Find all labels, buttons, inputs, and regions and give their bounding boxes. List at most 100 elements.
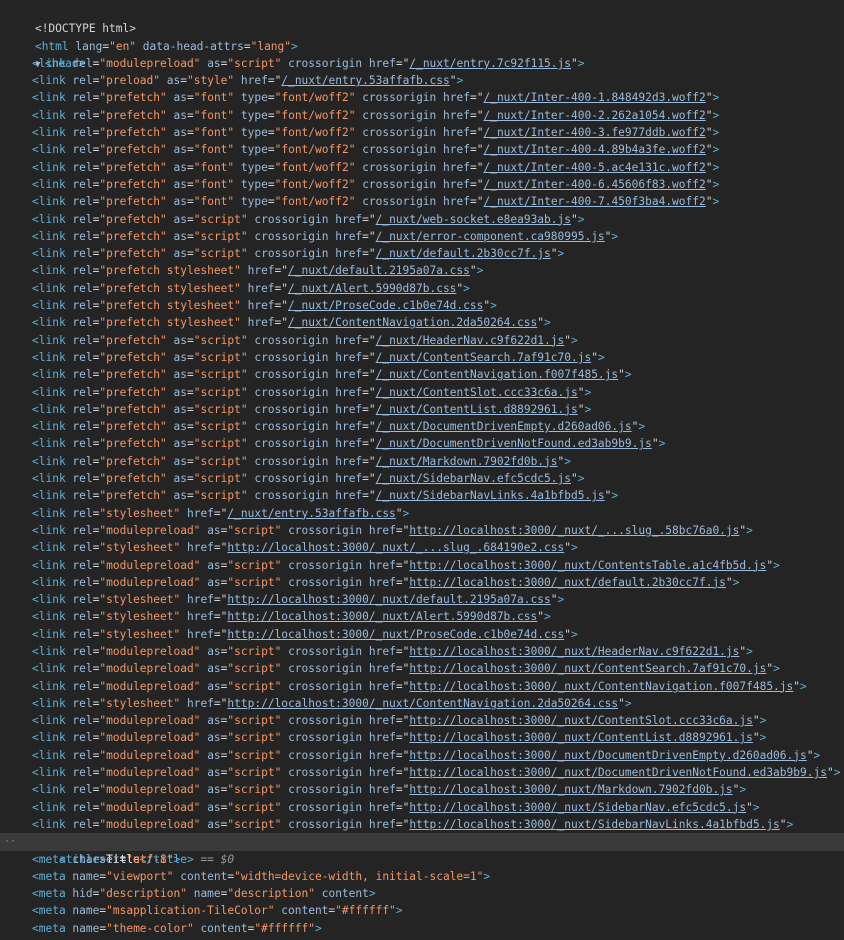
link-node-line[interactable]: <link rel="prefetch stylesheet" href="/_… bbox=[0, 280, 844, 297]
link-node-line[interactable]: <link rel="modulepreload" as="script" cr… bbox=[0, 747, 844, 764]
link-node-line[interactable]: <link rel="preload" as="style" href="/_n… bbox=[0, 72, 844, 89]
link-node-line[interactable]: <link rel="prefetch" as="script" crossor… bbox=[0, 245, 844, 262]
resource-link[interactable]: /_nuxt/entry.53affafb.css bbox=[281, 74, 449, 87]
resource-link[interactable]: /_nuxt/default.2195a07a.css bbox=[288, 264, 470, 277]
link-node-line[interactable]: <link rel="modulepreload" as="script" cr… bbox=[0, 781, 844, 798]
resource-link[interactable]: /_nuxt/ContentNavigation.f007f485.js bbox=[376, 368, 618, 381]
link-node-line[interactable]: <link rel="stylesheet" href="http://loca… bbox=[0, 626, 844, 643]
link-node-line[interactable]: <link rel="modulepreload" as="script" cr… bbox=[0, 729, 844, 746]
link-node-line[interactable]: <link rel="modulepreload" as="script" cr… bbox=[0, 816, 844, 833]
resource-link[interactable]: http://localhost:3000/_nuxt/SidebarNavLi… bbox=[409, 818, 779, 831]
resource-link[interactable]: /_nuxt/SidebarNav.efc5cdc5.js bbox=[376, 472, 571, 485]
meta-node-line[interactable]: <meta name="viewport" content="width=dev… bbox=[0, 868, 844, 885]
resource-link[interactable]: /_nuxt/ContentSlot.ccc33c6a.js bbox=[376, 386, 578, 399]
resource-link[interactable]: /_nuxt/ProseCode.c1b0e74d.css bbox=[288, 299, 483, 312]
resource-link[interactable]: /_nuxt/HeaderNav.c9f622d1.js bbox=[376, 334, 565, 347]
link-node-line[interactable]: <link rel="stylesheet" href="/_nuxt/entr… bbox=[0, 505, 844, 522]
resource-link[interactable]: http://localhost:3000/_nuxt/ContentSlot.… bbox=[409, 714, 753, 727]
resource-link[interactable]: /_nuxt/DocumentDrivenNotFound.ed3ab9b9.j… bbox=[376, 437, 652, 450]
resource-link[interactable]: http://localhost:3000/_nuxt/ContentNavig… bbox=[227, 697, 618, 710]
link-node-line[interactable]: <link rel="modulepreload" as="script" cr… bbox=[0, 55, 844, 72]
link-node-line[interactable]: <link rel="prefetch" as="font" type="fon… bbox=[0, 141, 844, 158]
link-node-line[interactable]: <link rel="prefetch" as="script" crossor… bbox=[0, 453, 844, 470]
resource-link[interactable]: /_nuxt/ContentSearch.7af91c70.js bbox=[376, 351, 592, 364]
link-node-line[interactable]: <link rel="prefetch" as="script" crossor… bbox=[0, 384, 844, 401]
link-node-line[interactable]: <link rel="prefetch" as="script" crossor… bbox=[0, 332, 844, 349]
resource-link[interactable]: http://localhost:3000/_nuxt/default.2195… bbox=[227, 593, 550, 606]
link-node-line[interactable]: <link rel="modulepreload" as="script" cr… bbox=[0, 643, 844, 660]
link-node-line[interactable]: <link rel="prefetch" as="script" crossor… bbox=[0, 487, 844, 504]
title-node-line[interactable]: ·· <title>Title</title> == $0 bbox=[0, 833, 844, 866]
resource-link[interactable]: http://localhost:3000/_nuxt/Alert.5990d8… bbox=[227, 610, 537, 623]
link-node-line[interactable]: <link rel="prefetch stylesheet" href="/_… bbox=[0, 262, 844, 279]
resource-link[interactable]: /_nuxt/Inter-400-6.45606f83.woff2 bbox=[483, 178, 705, 191]
link-node-line[interactable]: <link rel="modulepreload" as="script" cr… bbox=[0, 678, 844, 695]
doctype-line[interactable]: <!DOCTYPE html> bbox=[0, 3, 844, 35]
resource-link[interactable]: /_nuxt/Inter-400-5.ac4e131c.woff2 bbox=[483, 161, 705, 174]
meta-node-line[interactable]: <meta name="theme-color" content="#fffff… bbox=[0, 920, 844, 937]
resource-link[interactable]: /_nuxt/DocumentDrivenEmpty.d260ad06.js bbox=[376, 420, 632, 433]
resource-link[interactable]: http://localhost:3000/_nuxt/ContentsTabl… bbox=[409, 559, 766, 572]
resource-link[interactable]: /_nuxt/Inter-400-2.262a1054.woff2 bbox=[483, 109, 705, 122]
resource-link[interactable]: /_nuxt/entry.7c92f115.js bbox=[409, 57, 571, 70]
meta-node-line[interactable]: <meta hid="description" name="descriptio… bbox=[0, 885, 844, 902]
head-node-line[interactable]: ▼ <head> bbox=[0, 38, 844, 70]
resource-link[interactable]: /_nuxt/SidebarNavLinks.4a1bfbd5.js bbox=[376, 489, 605, 502]
link-node-line[interactable]: <link rel="stylesheet" href="http://loca… bbox=[0, 608, 844, 625]
resource-link[interactable]: http://localhost:3000/_nuxt/ContentNavig… bbox=[409, 680, 793, 693]
link-node-line[interactable]: <link rel="prefetch" as="script" crossor… bbox=[0, 228, 844, 245]
resource-link[interactable]: http://localhost:3000/_nuxt/Markdown.790… bbox=[409, 783, 732, 796]
resource-link[interactable]: http://localhost:3000/_nuxt/ContentList.… bbox=[409, 731, 753, 744]
link-node-line[interactable]: <link rel="prefetch" as="font" type="fon… bbox=[0, 176, 844, 193]
link-node-line[interactable]: <link rel="prefetch stylesheet" href="/_… bbox=[0, 297, 844, 314]
resource-link[interactable]: http://localhost:3000/_nuxt/SidebarNav.e… bbox=[409, 801, 746, 814]
link-node-line[interactable]: <link rel="modulepreload" as="script" cr… bbox=[0, 574, 844, 591]
link-node-line[interactable]: <link rel="stylesheet" href="http://loca… bbox=[0, 539, 844, 556]
meta-node-line[interactable]: <meta charset="utf-8"> bbox=[0, 851, 844, 868]
resource-link[interactable]: http://localhost:3000/_nuxt/DocumentDriv… bbox=[409, 749, 806, 762]
link-node-line[interactable]: <link rel="prefetch" as="font" type="fon… bbox=[0, 159, 844, 176]
meta-node-line[interactable]: <meta name="msapplication-TileColor" con… bbox=[0, 902, 844, 919]
link-node-line[interactable]: <link rel="prefetch" as="script" crossor… bbox=[0, 349, 844, 366]
link-node-line[interactable]: <link rel="prefetch" as="font" type="fon… bbox=[0, 107, 844, 124]
resource-link[interactable]: /_nuxt/Inter-400-4.89b4a3fe.woff2 bbox=[483, 143, 705, 156]
resource-link[interactable]: /_nuxt/Alert.5990d87b.css bbox=[288, 282, 456, 295]
link-node-line[interactable]: <link rel="stylesheet" href="http://loca… bbox=[0, 591, 844, 608]
resource-link[interactable]: /_nuxt/web-socket.e8ea93ab.js bbox=[376, 213, 571, 226]
link-node-line[interactable]: <link rel="prefetch" as="script" crossor… bbox=[0, 401, 844, 418]
link-node-line[interactable]: <link rel="modulepreload" as="script" cr… bbox=[0, 522, 844, 539]
resource-link[interactable]: /_nuxt/Markdown.7902fd0b.js bbox=[376, 455, 558, 468]
link-node-line[interactable]: <link rel="prefetch" as="font" type="fon… bbox=[0, 193, 844, 210]
link-node-line[interactable]: <link rel="prefetch" as="script" crossor… bbox=[0, 418, 844, 435]
resource-link[interactable]: http://localhost:3000/_nuxt/HeaderNav.c9… bbox=[409, 645, 739, 658]
resource-link[interactable]: /_nuxt/error-component.ca980995.js bbox=[376, 230, 605, 243]
link-node-line[interactable]: <link rel="stylesheet" href="http://loca… bbox=[0, 695, 844, 712]
resource-link[interactable]: /_nuxt/default.2b30cc7f.js bbox=[376, 247, 551, 260]
resource-link[interactable]: /_nuxt/Inter-400-7.450f3ba4.woff2 bbox=[483, 195, 705, 208]
link-node-line[interactable]: <link rel="prefetch" as="script" crossor… bbox=[0, 435, 844, 452]
resource-link[interactable]: http://localhost:3000/_nuxt/_...slug_.68… bbox=[227, 541, 564, 554]
resource-link[interactable]: http://localhost:3000/_nuxt/ContentSearc… bbox=[409, 662, 766, 675]
resource-link[interactable]: /_nuxt/ContentList.d8892961.js bbox=[376, 403, 578, 416]
resource-link[interactable]: http://localhost:3000/_nuxt/_...slug_.58… bbox=[409, 524, 739, 537]
link-node-line[interactable]: <link rel="prefetch" as="script" crossor… bbox=[0, 211, 844, 228]
html-node-line[interactable]: <html lang="en" data-head-attrs="lang"> bbox=[0, 20, 844, 53]
link-node-line[interactable]: <link rel="modulepreload" as="script" cr… bbox=[0, 712, 844, 729]
resource-link[interactable]: http://localhost:3000/_nuxt/ProseCode.c1… bbox=[227, 628, 564, 641]
link-node-line[interactable]: <link rel="modulepreload" as="script" cr… bbox=[0, 660, 844, 677]
link-node-line[interactable]: <link rel="prefetch stylesheet" href="/_… bbox=[0, 314, 844, 331]
link-node-line[interactable]: <link rel="modulepreload" as="script" cr… bbox=[0, 764, 844, 781]
selected-node-dots-icon[interactable]: ·· bbox=[4, 833, 16, 850]
link-node-line[interactable]: <link rel="prefetch" as="font" type="fon… bbox=[0, 124, 844, 141]
link-node-line[interactable]: <link rel="prefetch" as="font" type="fon… bbox=[0, 89, 844, 106]
resource-link[interactable]: /_nuxt/ContentNavigation.2da50264.css bbox=[288, 316, 537, 329]
link-node-line[interactable]: <link rel="modulepreload" as="script" cr… bbox=[0, 799, 844, 816]
link-node-line[interactable]: <link rel="prefetch" as="script" crossor… bbox=[0, 470, 844, 487]
resource-link[interactable]: http://localhost:3000/_nuxt/DocumentDriv… bbox=[409, 766, 827, 779]
resource-link[interactable]: /_nuxt/entry.53affafb.css bbox=[227, 507, 395, 520]
link-node-line[interactable]: <link rel="modulepreload" as="script" cr… bbox=[0, 557, 844, 574]
link-node-line[interactable]: <link rel="prefetch" as="script" crossor… bbox=[0, 366, 844, 383]
resource-link[interactable]: http://localhost:3000/_nuxt/default.2b30… bbox=[409, 576, 726, 589]
resource-link[interactable]: /_nuxt/Inter-400-1.848492d3.woff2 bbox=[483, 91, 705, 104]
resource-link[interactable]: /_nuxt/Inter-400-3.fe977ddb.woff2 bbox=[483, 126, 705, 139]
